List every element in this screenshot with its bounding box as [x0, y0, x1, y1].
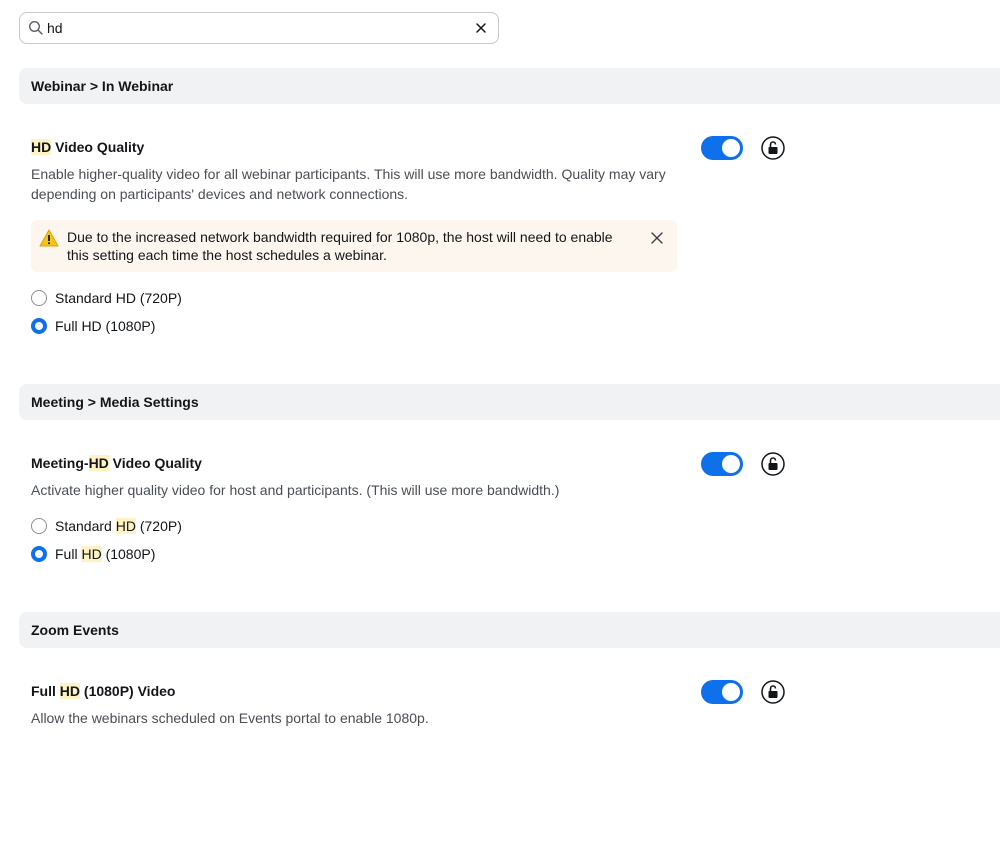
warning-text: Due to the increased network bandwidth r…	[67, 229, 613, 263]
radio-button[interactable]	[31, 290, 47, 306]
unlock-icon[interactable]	[761, 136, 785, 160]
search-input[interactable]	[47, 18, 467, 38]
setting-title-hd-video-quality: HD Video Quality	[31, 139, 144, 155]
radio-full-hd-1080p[interactable]: Full HD (1080P)	[31, 316, 155, 336]
setting-title-text: Video Quality	[108, 455, 202, 471]
setting-title-full-hd-video: Full HD (1080P) Video	[31, 683, 175, 699]
radio-label-text: Full	[55, 546, 82, 562]
radio-label: Full HD (1080P)	[55, 318, 156, 334]
search-highlight: HD	[31, 139, 52, 155]
unlock-icon[interactable]	[761, 452, 785, 476]
radio-label-text: (1080P)	[101, 546, 156, 562]
clear-search-icon[interactable]	[474, 21, 488, 35]
radio-button-selected[interactable]	[31, 318, 47, 334]
hd-video-quality-toggle[interactable]	[701, 136, 743, 160]
radio-button[interactable]	[31, 518, 47, 534]
warning-icon	[39, 229, 59, 247]
search-highlight: HD	[81, 546, 102, 562]
full-hd-video-toggle[interactable]	[701, 680, 743, 704]
radio-label-text: Standard	[55, 518, 116, 534]
toggle-knob	[722, 139, 740, 157]
section-header-webinar: Webinar > In Webinar	[19, 68, 1000, 104]
close-icon[interactable]	[650, 231, 664, 245]
setting-title-meeting-hd-video-quality: Meeting-HD Video Quality	[31, 455, 202, 471]
search-highlight: HD	[115, 518, 136, 534]
unlock-icon[interactable]	[761, 680, 785, 704]
toggle-knob	[722, 455, 740, 473]
meeting-hd-video-toggle[interactable]	[701, 452, 743, 476]
setting-description: Allow the webinars scheduled on Events p…	[31, 710, 429, 726]
radio-label: Full HD (1080P)	[55, 546, 155, 562]
settings-search-results: Webinar > In Webinar HD Video Quality En…	[0, 0, 1000, 849]
radio-label-text: (720P)	[135, 518, 182, 534]
radio-standard-hd-720p[interactable]: Standard HD (720P)	[31, 288, 182, 308]
setting-title-text: Full	[31, 683, 60, 699]
search-highlight: HD	[88, 455, 109, 471]
setting-title-text: Video Quality	[51, 139, 145, 155]
search-box[interactable]	[19, 12, 499, 44]
section-header-zoom-events: Zoom Events	[19, 612, 1000, 648]
search-highlight: HD	[59, 683, 81, 699]
radio-label: Standard HD (720P)	[55, 518, 182, 534]
radio-label: Standard HD (720P)	[55, 290, 182, 306]
radio-standard-hd-720p[interactable]: Standard HD (720P)	[31, 516, 182, 536]
setting-title-text: (1080P) Video	[80, 683, 176, 699]
setting-description: Activate higher quality video for host a…	[31, 482, 560, 498]
setting-description: Enable higher-quality video for all webi…	[31, 166, 666, 202]
radio-full-hd-1080p[interactable]: Full HD (1080P)	[31, 544, 155, 564]
setting-title-text: Meeting-	[31, 455, 89, 471]
toggle-knob	[722, 683, 740, 701]
radio-button-selected[interactable]	[31, 546, 47, 562]
search-icon	[28, 20, 43, 35]
bandwidth-warning-banner: Due to the increased network bandwidth r…	[31, 220, 677, 272]
section-header-meeting: Meeting > Media Settings	[19, 384, 1000, 420]
